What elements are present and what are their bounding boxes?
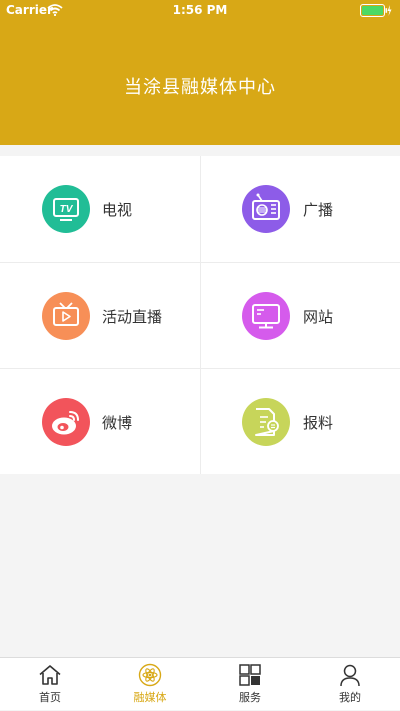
grid-item-label: 报料 [303, 414, 334, 432]
grid-item-label: 微博 [102, 414, 133, 432]
grid-item-weibo[interactable]: 微博 [0, 368, 200, 474]
tab-home[interactable]: 首页 [0, 658, 100, 711]
tab-label: 融媒体 [133, 691, 167, 704]
grid-item-radio[interactable]: 广播 [200, 156, 400, 262]
grid-item-tv[interactable]: TV 电视 [0, 156, 200, 262]
home-icon [38, 663, 62, 691]
atom-icon [138, 663, 162, 691]
channel-grid: TV 电视 广播 活动直播 网站 微博 报料 [0, 156, 400, 474]
radio-icon [242, 185, 290, 233]
monitor-icon [242, 292, 290, 340]
tab-label: 首页 [39, 691, 61, 704]
tab-services[interactable]: 服务 [200, 658, 300, 711]
grid-item-label: 电视 [102, 201, 133, 219]
header: Carrier 1:56 PM 当涂县融媒体中心 [0, 0, 400, 145]
tab-label: 服务 [239, 691, 261, 704]
grid-item-live[interactable]: 活动直播 [0, 262, 200, 368]
grid-item-label: 活动直播 [102, 308, 163, 326]
grid-item-label: 广播 [303, 201, 334, 219]
person-icon [338, 663, 362, 691]
tab-label: 我的 [339, 691, 361, 704]
svg-text:TV: TV [60, 204, 74, 215]
report-document-icon [242, 398, 290, 446]
battery-icon [360, 4, 392, 20]
grid-item-report[interactable]: 报料 [200, 368, 400, 474]
live-tv-icon [42, 292, 90, 340]
tab-media[interactable]: 融媒体 [100, 658, 200, 711]
status-bar: Carrier 1:56 PM [0, 0, 400, 22]
tab-bar: 首页 融媒体 服务 我的 [0, 657, 400, 710]
tab-mine[interactable]: 我的 [300, 658, 400, 711]
page-title: 当涂县融媒体中心 [124, 77, 276, 98]
grid-item-website[interactable]: 网站 [200, 262, 400, 368]
grid-item-label: 网站 [303, 308, 334, 326]
tv-icon: TV [42, 185, 90, 233]
status-time: 1:56 PM [172, 3, 228, 17]
grid-icon [238, 663, 262, 691]
weibo-icon [42, 398, 90, 446]
